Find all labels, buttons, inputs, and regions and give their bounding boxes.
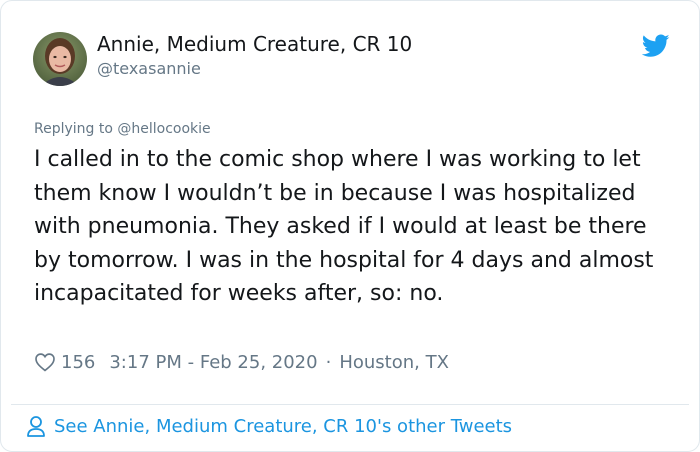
heart-icon[interactable] [34, 351, 56, 373]
replying-to: Replying to @hellocookie [34, 121, 211, 137]
tweet-location[interactable]: Houston, TX [339, 352, 449, 373]
replying-to-prefix: Replying to [34, 121, 118, 137]
avatar[interactable] [33, 32, 87, 86]
like-count[interactable]: 156 [61, 352, 95, 373]
see-other-tweets-label[interactable]: See Annie, Medium Creature, CR 10's othe… [54, 416, 512, 437]
meta-separator: · [325, 351, 332, 373]
reply-mention-link[interactable]: @hellocookie [117, 121, 210, 137]
twitter-bird-icon[interactable] [642, 34, 670, 58]
author-handle[interactable]: @texasannie [97, 59, 201, 78]
tweet-meta: 156 3:17 PM - Feb 25, 2020 · Houston, TX [34, 351, 449, 373]
person-icon [27, 416, 45, 437]
tweet-text: I called in to the comic shop where I wa… [34, 147, 654, 306]
author-display-name[interactable]: Annie, Medium Creature, CR 10 [97, 32, 412, 56]
divider [11, 404, 689, 405]
tweet-timestamp[interactable]: 3:17 PM - Feb 25, 2020 [109, 352, 317, 373]
tweet-card: Annie, Medium Creature, CR 10 @texasanni… [0, 0, 700, 452]
see-other-tweets-link[interactable]: See Annie, Medium Creature, CR 10's othe… [26, 414, 512, 438]
